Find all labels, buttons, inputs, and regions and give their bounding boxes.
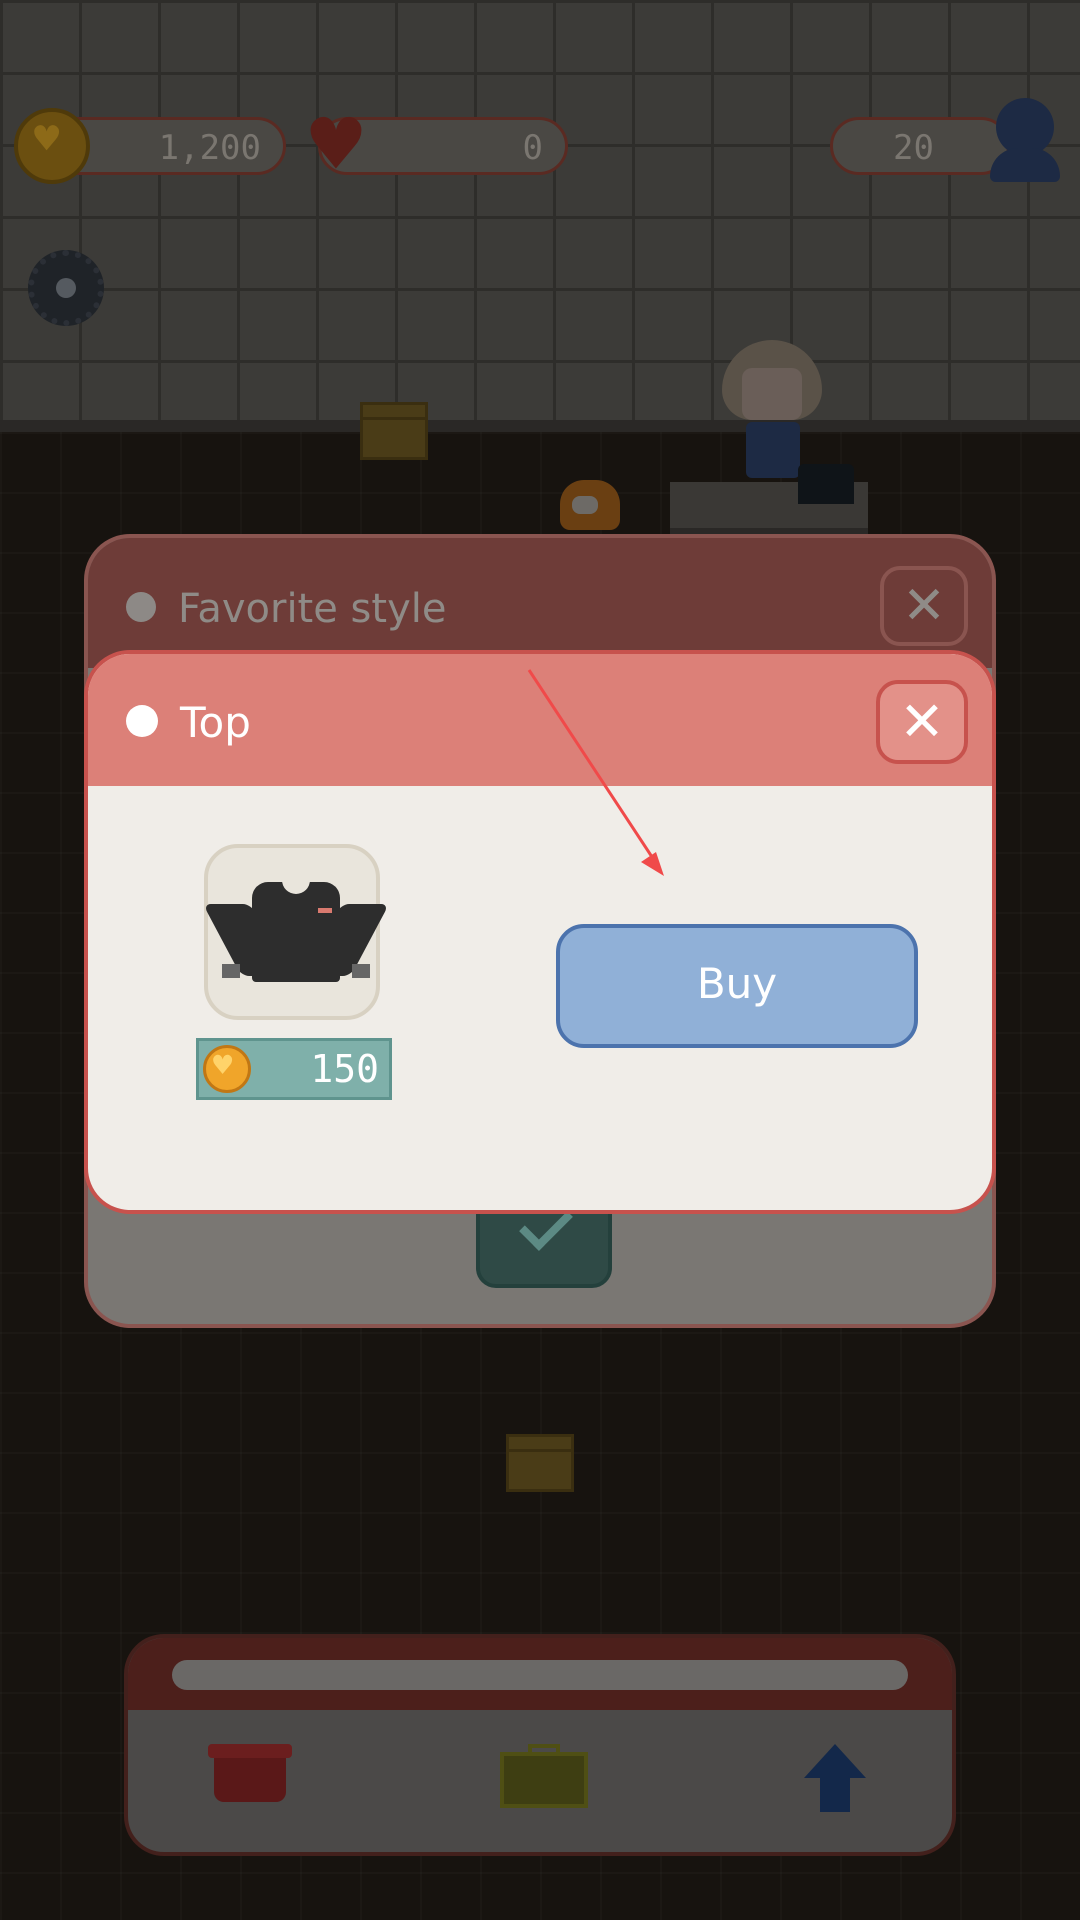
- heart-icon: ♥: [310, 95, 362, 195]
- buy-button[interactable]: Buy: [556, 924, 918, 1048]
- coin-icon: [203, 1045, 251, 1093]
- favorite-style-header: Favorite style ✕: [88, 538, 992, 668]
- delivery-box-icon-2[interactable]: [506, 1434, 574, 1492]
- coin-icon: [14, 108, 90, 184]
- cash-register: [798, 464, 854, 504]
- bullet-dot: [126, 705, 158, 737]
- confirm-button[interactable]: [476, 1197, 612, 1288]
- settings-gear-icon[interactable]: [28, 250, 104, 326]
- item-preview-card: [202, 844, 390, 1020]
- top-item-close-button[interactable]: ✕: [876, 680, 968, 764]
- bottom-toolbar: [124, 1634, 956, 1856]
- progress-bar: [172, 1660, 908, 1690]
- item-price: 150: [310, 1047, 379, 1091]
- black-sweater-icon: [202, 880, 390, 982]
- coin-count: 1,200: [158, 128, 261, 168]
- favorite-style-close-button[interactable]: ✕: [880, 566, 968, 646]
- favorite-style-title: Favorite style: [178, 586, 447, 632]
- bullet-dot: [126, 592, 156, 622]
- wall-baseboard: [0, 420, 1080, 432]
- shop-clerk: [708, 340, 838, 480]
- item-price-tag: 150: [196, 1038, 392, 1100]
- basket-icon[interactable]: [208, 1744, 292, 1802]
- customer-counter: 20: [830, 117, 1010, 175]
- heart-count: 0: [522, 128, 543, 168]
- orange-cat: [552, 470, 628, 530]
- top-item-dialog: Top ✕ 150 Buy: [84, 650, 996, 1214]
- customer-icon: [990, 98, 1060, 182]
- delivery-box-icon[interactable]: [360, 402, 428, 460]
- customer-count: 20: [893, 128, 934, 168]
- briefcase-icon[interactable]: [500, 1744, 588, 1808]
- top-item-header: Top ✕: [88, 654, 992, 786]
- top-item-title: Top: [180, 698, 251, 747]
- upgrade-arrow-icon[interactable]: [804, 1744, 866, 1814]
- brick-wall: [0, 0, 1080, 428]
- toolbar-header: [128, 1638, 952, 1710]
